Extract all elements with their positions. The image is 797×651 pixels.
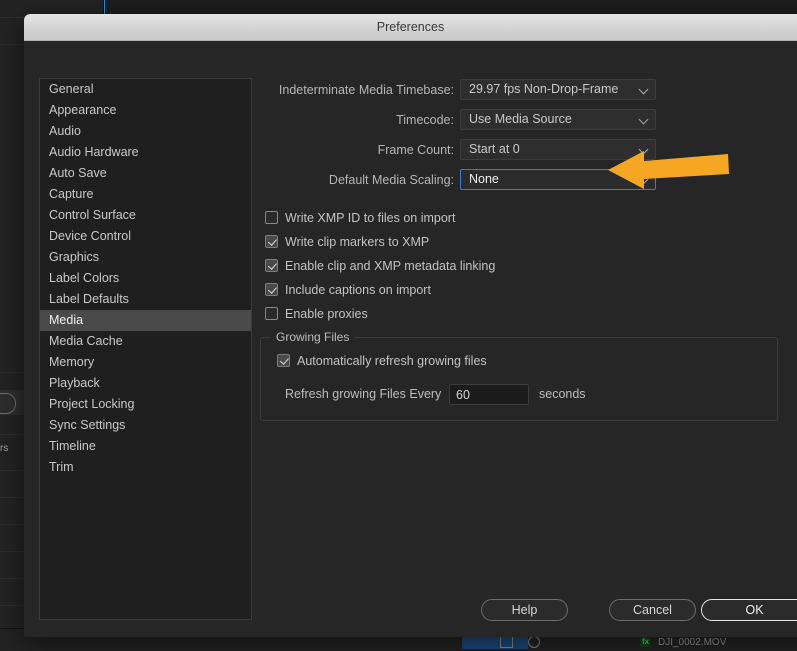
- checkbox-label: Write XMP ID to files on import: [285, 211, 456, 225]
- sidebar-item-auto-save[interactable]: Auto Save: [40, 163, 251, 184]
- help-button[interactable]: Help: [481, 599, 568, 621]
- sidebar-item-label: Memory: [49, 355, 95, 369]
- sidebar-item-memory[interactable]: Memory: [40, 352, 251, 373]
- checkbox-label: Enable clip and XMP metadata linking: [285, 259, 496, 273]
- chevron-down-icon: [640, 176, 648, 184]
- checkbox-row[interactable]: Enable clip and XMP metadata linking: [260, 255, 797, 279]
- dropdown-value: Use Media Source: [469, 112, 572, 126]
- dropdown-frame-count[interactable]: Start at 0: [460, 139, 656, 160]
- background-clip-name: DJI_0002.MOV: [658, 637, 727, 648]
- sidebar-item-timeline[interactable]: Timeline: [40, 436, 251, 457]
- circle-icon: [528, 636, 540, 648]
- dialog-titlebar[interactable]: Preferences: [24, 14, 797, 41]
- sidebar-item-audio[interactable]: Audio: [40, 121, 251, 142]
- checkbox-enable-clip-and-xmp-metadata-linking[interactable]: [265, 259, 278, 272]
- sidebar-item-label: Sync Settings: [49, 418, 126, 432]
- sidebar-item-label: Capture: [49, 187, 94, 201]
- chevron-down-icon: [640, 116, 648, 124]
- sidebar-item-project-locking[interactable]: Project Locking: [40, 394, 251, 415]
- auto-refresh-growing-files-label: Automatically refresh growing files: [297, 354, 487, 368]
- checkbox-enable-proxies[interactable]: [265, 307, 278, 320]
- sidebar-item-label: General: [49, 82, 94, 96]
- refresh-interval-unit: seconds: [539, 387, 586, 401]
- sidebar-item-label: Label Colors: [49, 271, 120, 285]
- field-row: Default Media Scaling: None: [260, 169, 797, 191]
- dropdown-value: None: [469, 172, 499, 186]
- sidebar-item-capture[interactable]: Capture: [40, 184, 251, 205]
- sidebar-item-label: Audio Hardware: [49, 145, 139, 159]
- sidebar-item-label: Graphics: [49, 250, 100, 264]
- dialog-title: Preferences: [376, 20, 445, 34]
- sidebar-item-label-colors[interactable]: Label Colors: [40, 268, 251, 289]
- checkbox-write-xmp-id-to-files-on-import[interactable]: [265, 211, 278, 224]
- folder-icon: [500, 636, 513, 648]
- field-label: Default Media Scaling:: [328, 173, 454, 187]
- dropdown-timecode[interactable]: Use Media Source: [460, 109, 656, 130]
- sidebar-item-label: Label Defaults: [49, 292, 129, 306]
- sidebar-item-control-surface[interactable]: Control Surface: [40, 205, 251, 226]
- chevron-down-icon: [640, 86, 648, 94]
- auto-refresh-growing-files-checkbox[interactable]: [277, 354, 290, 367]
- sidebar-item-label-defaults[interactable]: Label Defaults: [40, 289, 251, 310]
- background-track-label: rs: [0, 443, 9, 454]
- checkbox-label: Include captions on import: [285, 283, 431, 297]
- sidebar-item-label: Auto Save: [49, 166, 107, 180]
- sidebar-item-label: Playback: [49, 376, 100, 390]
- checkbox-row[interactable]: Enable proxies: [260, 303, 797, 327]
- checkbox-row[interactable]: Include captions on import: [260, 279, 797, 303]
- sidebar-item-media[interactable]: Media: [40, 310, 251, 331]
- growing-files-groupbox: Growing Files Automatically refresh grow…: [260, 330, 778, 421]
- refresh-interval-input[interactable]: [449, 384, 529, 405]
- sidebar-item-trim[interactable]: Trim: [40, 457, 251, 478]
- sidebar-item-label: Trim: [49, 460, 74, 474]
- field-row: Frame Count: Start at 0: [260, 139, 797, 161]
- cancel-button[interactable]: Cancel: [609, 599, 696, 621]
- preferences-dialog: Preferences General Appearance Audio Audio …: [24, 14, 797, 637]
- checkbox-row[interactable]: Write clip markers to XMP: [260, 231, 797, 255]
- sidebar-item-label: Appearance: [49, 103, 117, 117]
- field-label: Frame Count:: [377, 143, 454, 157]
- background-blue-chip: [462, 636, 528, 649]
- sidebar-item-playback[interactable]: Playback: [40, 373, 251, 394]
- sidebar-item-label: Media Cache: [49, 334, 123, 348]
- dropdown-indeterminate-media-timebase[interactable]: 29.97 fps Non-Drop-Frame: [460, 79, 656, 100]
- sidebar-item-audio-hardware[interactable]: Audio Hardware: [40, 142, 251, 163]
- field-label: Timecode:: [396, 113, 454, 127]
- sidebar-item-device-control[interactable]: Device Control: [40, 226, 251, 247]
- sidebar-item-appearance[interactable]: Appearance: [40, 100, 251, 121]
- checkbox-label: Enable proxies: [285, 307, 368, 321]
- preferences-category-list[interactable]: General Appearance Audio Audio Hardware Auto…: [39, 78, 252, 620]
- auto-refresh-growing-files-row[interactable]: Automatically refresh growing files: [261, 350, 777, 374]
- sidebar-item-label: Audio: [49, 124, 81, 138]
- field-label: Indeterminate Media Timebase:: [278, 83, 454, 97]
- dropdown-default-media-scaling[interactable]: None: [460, 169, 656, 190]
- sidebar-item-label: Control Surface: [49, 208, 136, 222]
- sidebar-item-general[interactable]: General: [40, 79, 251, 100]
- fx-badge: fx: [640, 636, 652, 647]
- dropdown-value: Start at 0: [469, 142, 520, 156]
- ok-button[interactable]: OK: [701, 599, 797, 621]
- sidebar-item-sync-settings[interactable]: Sync Settings: [40, 415, 251, 436]
- dropdown-value: 29.97 fps Non-Drop-Frame: [469, 82, 619, 96]
- checkbox-include-captions-on-import[interactable]: [265, 283, 278, 296]
- chevron-down-icon: [640, 146, 648, 154]
- checkbox-row[interactable]: Write XMP ID to files on import: [260, 207, 797, 231]
- sidebar-item-graphics[interactable]: Graphics: [40, 247, 251, 268]
- sidebar-item-label: Timeline: [49, 439, 96, 453]
- dialog-body: General Appearance Audio Audio Hardware Auto…: [24, 41, 797, 637]
- dialog-button-bar: Help Cancel OK: [24, 599, 797, 637]
- growing-files-legend: Growing Files: [271, 330, 355, 344]
- checkbox-write-clip-markers-to-xmp[interactable]: [265, 235, 278, 248]
- checkbox-label: Write clip markers to XMP: [285, 235, 430, 249]
- sidebar-item-label: Project Locking: [49, 397, 135, 411]
- media-preferences-pane: Indeterminate Media Timebase: 29.97 fps N…: [260, 79, 797, 327]
- refresh-interval-label: Refresh growing Files Every: [285, 387, 442, 401]
- sidebar-item-label: Media: [49, 313, 84, 327]
- checkbox-group: Write XMP ID to files on import Write cli…: [260, 207, 797, 327]
- dropdown-field-group: Indeterminate Media Timebase: 29.97 fps N…: [260, 79, 797, 191]
- field-row: Timecode: Use Media Source: [260, 109, 797, 131]
- sidebar-item-label: Device Control: [49, 229, 131, 243]
- sidebar-item-media-cache[interactable]: Media Cache: [40, 331, 251, 352]
- field-row: Indeterminate Media Timebase: 29.97 fps N…: [260, 79, 797, 101]
